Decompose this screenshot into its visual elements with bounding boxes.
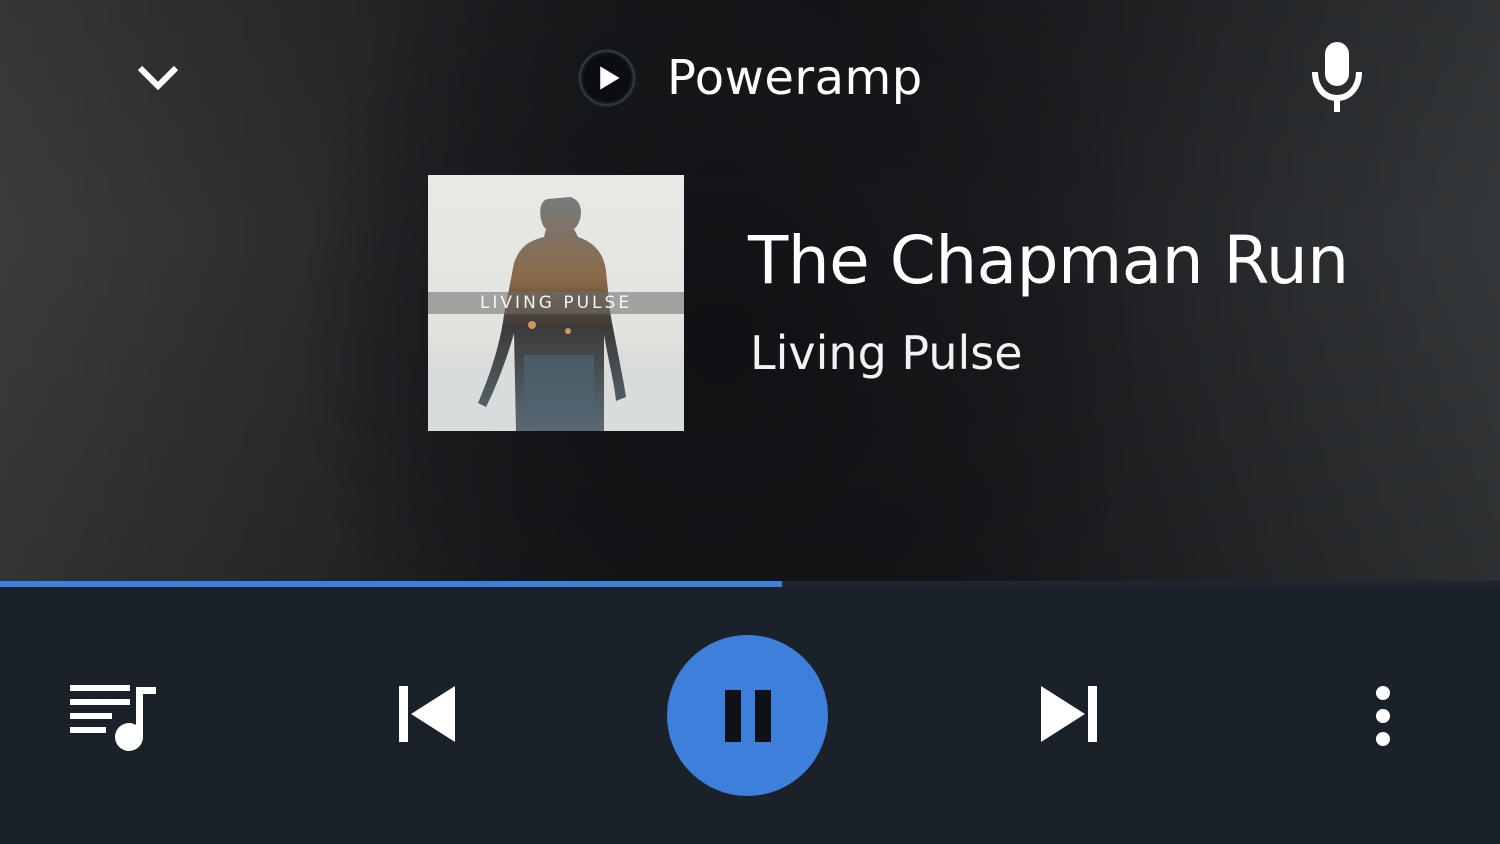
app-name: Poweramp <box>667 50 923 106</box>
pause-button[interactable] <box>667 635 828 796</box>
queue-button[interactable] <box>62 681 162 753</box>
skip-next-icon <box>1041 686 1097 742</box>
pause-icon <box>724 689 771 742</box>
album-art[interactable]: LIVING PULSE <box>428 175 684 431</box>
chevron-down-icon <box>137 65 179 91</box>
next-button[interactable] <box>1030 679 1106 749</box>
skip-previous-icon <box>399 686 455 742</box>
playback-controls <box>0 587 1500 844</box>
previous-button[interactable] <box>390 679 466 749</box>
now-playing-screen: Poweramp LIVING PULSE The Chapman Run Li… <box>0 0 1500 844</box>
track-artist: Living Pulse <box>750 326 1023 380</box>
collapse-button[interactable] <box>126 44 190 108</box>
queue-music-icon <box>70 685 156 751</box>
app-title: Poweramp <box>577 46 923 110</box>
play-circle-icon <box>577 48 637 108</box>
more-vert-icon <box>1376 686 1390 746</box>
more-options-button[interactable] <box>1360 681 1406 751</box>
track-title: The Chapman Run <box>748 222 1349 299</box>
album-art-text: LIVING PULSE <box>479 293 633 313</box>
voice-search-button[interactable] <box>1300 38 1374 116</box>
microphone-icon <box>1312 42 1362 112</box>
